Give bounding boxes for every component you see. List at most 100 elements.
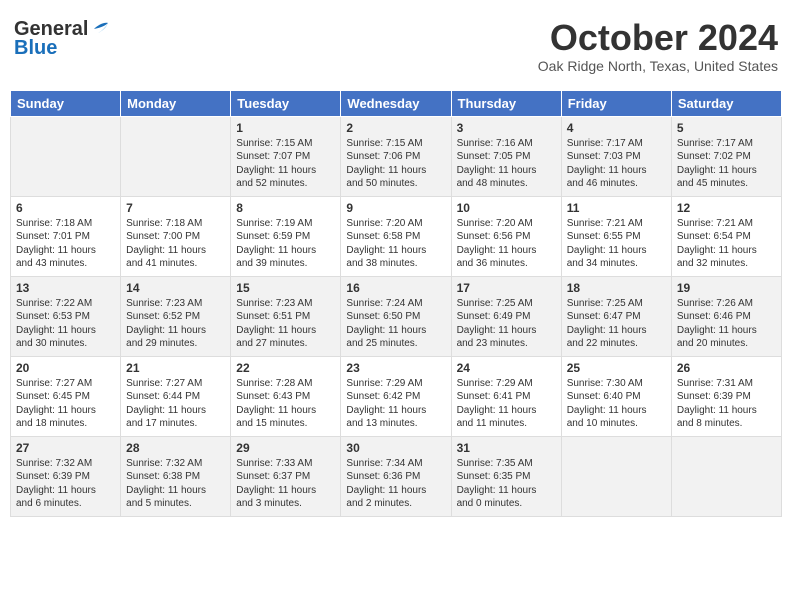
calendar-cell: 3 Sunrise: 7:16 AM Sunset: 7:05 PM Daylig… — [451, 116, 561, 196]
weekday-header-row: SundayMondayTuesdayWednesdayThursdayFrid… — [11, 90, 782, 116]
day-number: 2 — [346, 121, 445, 135]
day-info: Sunrise: 7:29 AM Sunset: 6:42 PM Dayligh… — [346, 377, 445, 431]
day-info: Sunrise: 7:34 AM Sunset: 6:36 PM Dayligh… — [346, 457, 445, 511]
calendar-cell: 9 Sunrise: 7:20 AM Sunset: 6:58 PM Daylig… — [341, 196, 451, 276]
calendar-body: 1 Sunrise: 7:15 AM Sunset: 7:07 PM Daylig… — [11, 116, 782, 516]
calendar-week-3: 13 Sunrise: 7:22 AM Sunset: 6:53 PM Dayli… — [11, 276, 782, 356]
day-info: Sunrise: 7:32 AM Sunset: 6:39 PM Dayligh… — [16, 457, 115, 511]
day-number: 25 — [567, 361, 666, 375]
day-number: 18 — [567, 281, 666, 295]
calendar-cell: 24 Sunrise: 7:29 AM Sunset: 6:41 PM Dayli… — [451, 356, 561, 436]
calendar-cell: 11 Sunrise: 7:21 AM Sunset: 6:55 PM Dayli… — [561, 196, 671, 276]
day-info: Sunrise: 7:20 AM Sunset: 6:58 PM Dayligh… — [346, 217, 445, 271]
day-number: 24 — [457, 361, 556, 375]
calendar-cell: 4 Sunrise: 7:17 AM Sunset: 7:03 PM Daylig… — [561, 116, 671, 196]
calendar-cell: 7Sunrise: 7:18 AM Sunset: 7:00 PM Daylig… — [121, 196, 231, 276]
day-number: 9 — [346, 201, 445, 215]
weekday-monday: Monday — [121, 90, 231, 116]
day-number: 10 — [457, 201, 556, 215]
day-info: Sunrise: 7:27 AM Sunset: 6:44 PM Dayligh… — [126, 377, 225, 431]
day-number: 31 — [457, 441, 556, 455]
calendar-cell: 31 Sunrise: 7:35 AM Sunset: 6:35 PM Dayli… — [451, 436, 561, 516]
day-number: 23 — [346, 361, 445, 375]
day-number: 6 — [16, 201, 115, 215]
calendar-week-1: 1 Sunrise: 7:15 AM Sunset: 7:07 PM Daylig… — [11, 116, 782, 196]
day-info: Sunrise: 7:25 AM Sunset: 6:47 PM Dayligh… — [567, 297, 666, 351]
day-number: 1 — [236, 121, 335, 135]
calendar-cell: 2Sunrise: 7:15 AM Sunset: 7:06 PM Daylig… — [341, 116, 451, 196]
day-info: Sunrise: 7:23 AM Sunset: 6:51 PM Dayligh… — [236, 297, 335, 351]
day-info: Sunrise: 7:32 AM Sunset: 6:38 PM Dayligh… — [126, 457, 225, 511]
calendar-cell — [121, 116, 231, 196]
title-area: October 2024 Oak Ridge North, Texas, Uni… — [538, 18, 778, 74]
calendar-cell — [561, 436, 671, 516]
weekday-friday: Friday — [561, 90, 671, 116]
day-number: 22 — [236, 361, 335, 375]
day-info: Sunrise: 7:15 AM Sunset: 7:07 PM Dayligh… — [236, 137, 335, 191]
calendar-cell: 19 Sunrise: 7:26 AM Sunset: 6:46 PM Dayli… — [671, 276, 781, 356]
day-number: 3 — [457, 121, 556, 135]
page-header: General Blue October 2024 Oak Ridge Nort… — [10, 10, 782, 82]
calendar-cell: 28 Sunrise: 7:32 AM Sunset: 6:38 PM Dayli… — [121, 436, 231, 516]
calendar-cell: 26Sunrise: 7:31 AM Sunset: 6:39 PM Dayli… — [671, 356, 781, 436]
calendar-table: SundayMondayTuesdayWednesdayThursdayFrid… — [10, 90, 782, 517]
day-info: Sunrise: 7:29 AM Sunset: 6:41 PM Dayligh… — [457, 377, 556, 431]
day-info: Sunrise: 7:35 AM Sunset: 6:35 PM Dayligh… — [457, 457, 556, 511]
day-info: Sunrise: 7:17 AM Sunset: 7:02 PM Dayligh… — [677, 137, 776, 191]
day-number: 5 — [677, 121, 776, 135]
calendar-cell: 15 Sunrise: 7:23 AM Sunset: 6:51 PM Dayli… — [231, 276, 341, 356]
day-number: 4 — [567, 121, 666, 135]
calendar-cell: 30 Sunrise: 7:34 AM Sunset: 6:36 PM Dayli… — [341, 436, 451, 516]
day-info: Sunrise: 7:25 AM Sunset: 6:49 PM Dayligh… — [457, 297, 556, 351]
day-info: Sunrise: 7:26 AM Sunset: 6:46 PM Dayligh… — [677, 297, 776, 351]
weekday-sunday: Sunday — [11, 90, 121, 116]
day-info: Sunrise: 7:18 AM Sunset: 7:01 PM Dayligh… — [16, 217, 115, 271]
day-info: Sunrise: 7:23 AM Sunset: 6:52 PM Dayligh… — [126, 297, 225, 351]
day-number: 19 — [677, 281, 776, 295]
calendar-cell: 1 Sunrise: 7:15 AM Sunset: 7:07 PM Daylig… — [231, 116, 341, 196]
day-number: 26 — [677, 361, 776, 375]
calendar-cell: 29 Sunrise: 7:33 AM Sunset: 6:37 PM Dayli… — [231, 436, 341, 516]
day-number: 28 — [126, 441, 225, 455]
calendar-cell: 5 Sunrise: 7:17 AM Sunset: 7:02 PM Daylig… — [671, 116, 781, 196]
calendar-week-5: 27Sunrise: 7:32 AM Sunset: 6:39 PM Dayli… — [11, 436, 782, 516]
calendar-cell: 20 Sunrise: 7:27 AM Sunset: 6:45 PM Dayli… — [11, 356, 121, 436]
logo: General Blue — [14, 18, 112, 60]
month-title: October 2024 — [538, 18, 778, 58]
day-number: 16 — [346, 281, 445, 295]
day-number: 12 — [677, 201, 776, 215]
calendar-week-4: 20 Sunrise: 7:27 AM Sunset: 6:45 PM Dayli… — [11, 356, 782, 436]
day-info: Sunrise: 7:24 AM Sunset: 6:50 PM Dayligh… — [346, 297, 445, 351]
day-info: Sunrise: 7:17 AM Sunset: 7:03 PM Dayligh… — [567, 137, 666, 191]
calendar-cell: 16 Sunrise: 7:24 AM Sunset: 6:50 PM Dayli… — [341, 276, 451, 356]
weekday-thursday: Thursday — [451, 90, 561, 116]
day-info: Sunrise: 7:27 AM Sunset: 6:45 PM Dayligh… — [16, 377, 115, 431]
day-info: Sunrise: 7:21 AM Sunset: 6:54 PM Dayligh… — [677, 217, 776, 271]
day-info: Sunrise: 7:20 AM Sunset: 6:56 PM Dayligh… — [457, 217, 556, 271]
day-info: Sunrise: 7:21 AM Sunset: 6:55 PM Dayligh… — [567, 217, 666, 271]
calendar-cell: 14 Sunrise: 7:23 AM Sunset: 6:52 PM Dayli… — [121, 276, 231, 356]
weekday-tuesday: Tuesday — [231, 90, 341, 116]
day-info: Sunrise: 7:28 AM Sunset: 6:43 PM Dayligh… — [236, 377, 335, 431]
day-info: Sunrise: 7:19 AM Sunset: 6:59 PM Dayligh… — [236, 217, 335, 271]
calendar-week-2: 6 Sunrise: 7:18 AM Sunset: 7:01 PM Daylig… — [11, 196, 782, 276]
day-number: 17 — [457, 281, 556, 295]
day-info: Sunrise: 7:22 AM Sunset: 6:53 PM Dayligh… — [16, 297, 115, 351]
day-info: Sunrise: 7:33 AM Sunset: 6:37 PM Dayligh… — [236, 457, 335, 511]
day-number: 13 — [16, 281, 115, 295]
day-info: Sunrise: 7:18 AM Sunset: 7:00 PM Dayligh… — [126, 217, 225, 271]
day-number: 29 — [236, 441, 335, 455]
day-number: 20 — [16, 361, 115, 375]
day-number: 11 — [567, 201, 666, 215]
day-number: 30 — [346, 441, 445, 455]
day-number: 14 — [126, 281, 225, 295]
calendar-cell: 22 Sunrise: 7:28 AM Sunset: 6:43 PM Dayli… — [231, 356, 341, 436]
day-info: Sunrise: 7:16 AM Sunset: 7:05 PM Dayligh… — [457, 137, 556, 191]
day-number: 15 — [236, 281, 335, 295]
calendar-cell: 17 Sunrise: 7:25 AM Sunset: 6:49 PM Dayli… — [451, 276, 561, 356]
calendar-cell: 25Sunrise: 7:30 AM Sunset: 6:40 PM Dayli… — [561, 356, 671, 436]
calendar-cell: 8Sunrise: 7:19 AM Sunset: 6:59 PM Daylig… — [231, 196, 341, 276]
calendar-cell — [671, 436, 781, 516]
calendar-cell: 23 Sunrise: 7:29 AM Sunset: 6:42 PM Dayli… — [341, 356, 451, 436]
calendar-cell: 6 Sunrise: 7:18 AM Sunset: 7:01 PM Daylig… — [11, 196, 121, 276]
